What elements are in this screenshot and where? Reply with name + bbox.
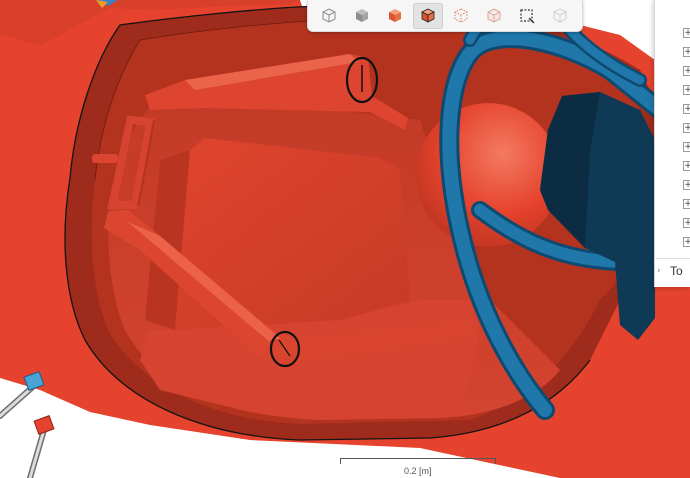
cube-disabled-icon (553, 7, 567, 23)
scale-bar (340, 458, 496, 464)
view-shaded-color-button[interactable] (380, 3, 410, 29)
tree-expand-toggle[interactable]: + (683, 104, 690, 114)
scale-bar-label: 0.2 [m] (404, 466, 432, 476)
view-shaded-edges-button[interactable] (413, 2, 443, 29)
tree-expand-toggle[interactable]: + (683, 180, 690, 190)
cube-orange-edges-icon (421, 8, 435, 23)
cube-wireframe-icon (322, 7, 336, 23)
model-tree-panel: + + + + + + + + + + + + (654, 0, 690, 258)
tree-expand-toggle[interactable]: + (683, 28, 690, 38)
tree-expand-toggle[interactable]: + (683, 85, 690, 95)
tree-expand-toggle[interactable]: + (683, 123, 690, 133)
view-transparent-button[interactable] (479, 3, 509, 29)
frame-peg (92, 154, 118, 163)
view-points-button[interactable] (446, 3, 476, 29)
tree-expand-toggle[interactable]: + (683, 237, 690, 247)
view-shaded-button[interactable] (347, 3, 377, 29)
cube-orange-icon (389, 8, 401, 22)
box-select-button[interactable] (512, 3, 542, 29)
cube-transparent-icon (487, 7, 501, 23)
chevron-right-icon[interactable]: › (657, 266, 661, 276)
tree-expand-toggle[interactable]: + (683, 47, 690, 57)
box-select-icon (520, 8, 535, 23)
cube-points-icon (454, 7, 468, 23)
tree-expand-toggle[interactable]: + (683, 161, 690, 171)
tree-footer-label[interactable]: To (670, 264, 683, 278)
tree-expand-toggle[interactable]: + (683, 199, 690, 209)
cad-scene[interactable] (0, 0, 690, 478)
view-toolbar (307, 0, 583, 32)
tree-expand-toggle[interactable]: + (683, 142, 690, 152)
view-wireframe-button[interactable] (314, 3, 344, 29)
cube-shaded-icon (356, 8, 368, 22)
tree-expand-toggle[interactable]: + (683, 218, 690, 228)
3d-viewport[interactable] (0, 0, 690, 478)
view-disabled-button[interactable] (545, 3, 575, 29)
tree-expand-toggle[interactable]: + (683, 66, 690, 76)
